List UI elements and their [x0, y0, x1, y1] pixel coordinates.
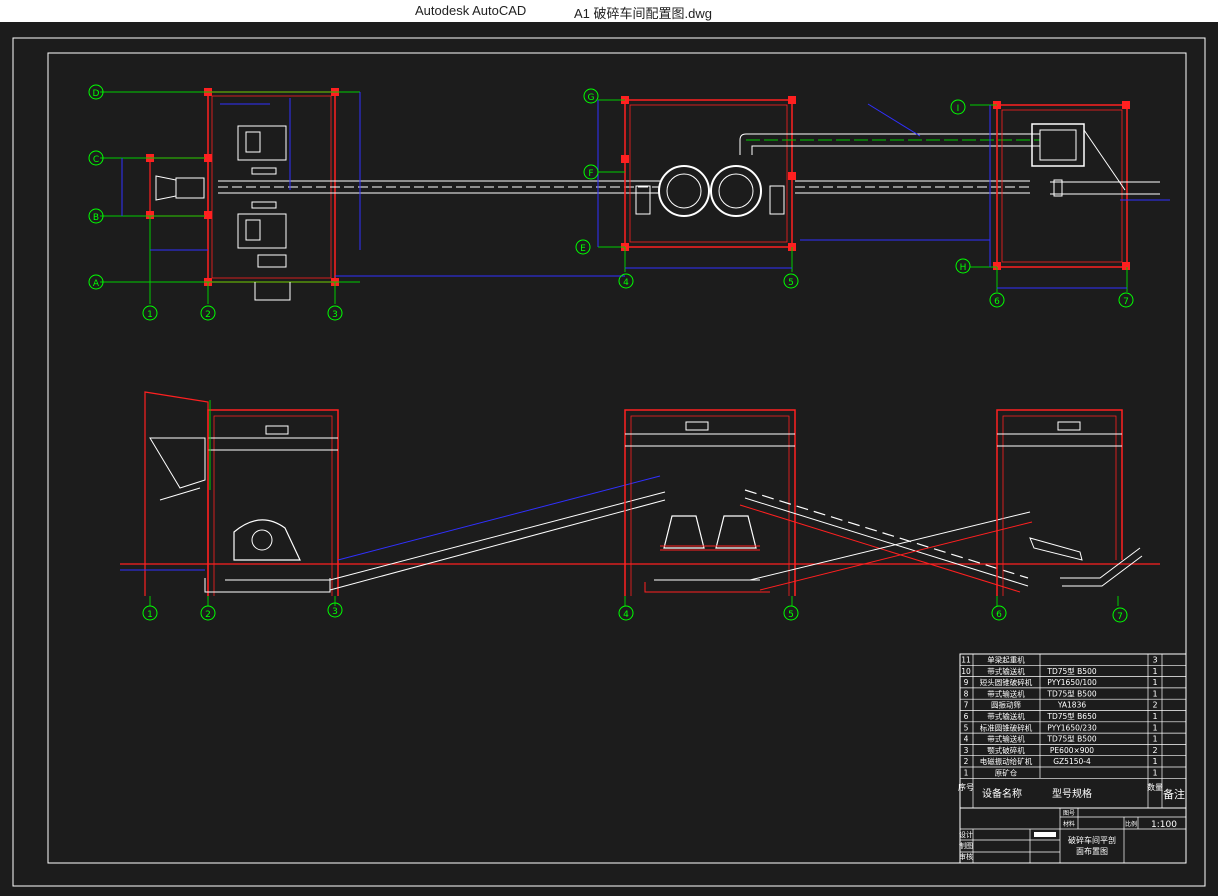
table-cell-model: TD75型 B500	[1046, 667, 1096, 676]
plan-col-3: 3	[332, 310, 338, 320]
header-no: 序号	[958, 782, 974, 792]
scale-value: 1:100	[1151, 820, 1177, 830]
table-cell-qty: 2	[1152, 746, 1157, 755]
grid-label-c: C	[93, 155, 99, 165]
table-cell-no: 2	[964, 757, 969, 766]
table-cell-model: TD75型 B500	[1046, 689, 1096, 698]
table-cell-qty: 1	[1152, 678, 1157, 687]
table-cell-no: 5	[964, 723, 969, 732]
table-cell-model: TD75型 B650	[1046, 712, 1096, 721]
table-cell-name: 短头圆锥破碎机	[980, 677, 1033, 687]
plan-col-2: 2	[205, 310, 211, 320]
table-cell-qty: 1	[1152, 689, 1157, 698]
table-cell-model: PYY1650/230	[1047, 723, 1097, 732]
row-label-draw: 制图	[959, 841, 973, 850]
grid-label-h: H	[960, 263, 967, 273]
plan-col-1: 1	[147, 310, 153, 320]
section-col-4: 4	[623, 610, 629, 620]
app-name: Autodesk AutoCAD	[415, 3, 527, 18]
table-cell-name: 电磁振动给矿机	[980, 756, 1033, 766]
header-qty: 数量	[1147, 782, 1163, 792]
grid-label-i: I	[957, 104, 960, 114]
table-cell-model: TD75型 B500	[1046, 735, 1096, 744]
row-label-review: 审核	[959, 852, 973, 861]
mini-label-drawing-no: 图号	[1063, 810, 1075, 817]
section-col-5: 5	[788, 610, 794, 620]
row-label-design: 设计	[959, 830, 973, 839]
section-col-2: 2	[205, 610, 211, 620]
table-cell-no: 7	[964, 701, 969, 710]
table-cell-name: 带式输送机	[987, 666, 1025, 676]
drawing-title-line1: 破碎车间平剖	[1068, 835, 1116, 845]
table-cell-name: 带式输送机	[987, 688, 1025, 698]
table-cell-no: 1	[964, 769, 969, 778]
table-cell-qty: 1	[1152, 735, 1157, 744]
table-cell-no: 9	[964, 678, 969, 687]
title-bar: Autodesk AutoCAD A1 破碎车间配置图.dwg	[0, 0, 1218, 22]
section-view	[120, 391, 1160, 606]
section-col-3: 3	[332, 607, 338, 617]
section-col-6: 6	[996, 610, 1002, 620]
table-cell-no: 10	[961, 667, 971, 676]
drawing-title-line2: 面布置图	[1076, 846, 1108, 856]
table-cell-qty: 2	[1152, 701, 1157, 710]
grid-label-d: D	[93, 89, 100, 99]
table-cell-qty: 1	[1152, 723, 1157, 732]
table-cell-name: 单梁起重机	[987, 655, 1025, 665]
header-name: 设备名称	[982, 787, 1022, 800]
table-cell-model: PYY1650/100	[1047, 678, 1097, 687]
table-cell-name: 圆振动筛	[991, 700, 1021, 710]
table-cell-qty: 3	[1152, 656, 1157, 665]
drawing-canvas[interactable]: D C B A G F E I H 1 2 3 4 5 6 7 1 2 3 4 …	[0, 22, 1218, 892]
table-cell-name: 标准圆锥破碎机	[980, 722, 1033, 732]
table-cell-model: GZ5150-4	[1053, 757, 1091, 766]
table-cell-name: 带式输送机	[987, 711, 1025, 721]
table-cell-name: 原矿仓	[995, 768, 1018, 778]
equipment-table: 11 单梁起重机 310 带式输送机 TD75型 B500 19 短头圆锥破碎机 PYY165…	[958, 653, 1187, 809]
table-cell-name: 带式输送机	[987, 734, 1025, 744]
plan-col-7: 7	[1123, 297, 1129, 307]
grid-label-g: G	[588, 93, 595, 103]
table-cell-no: 3	[964, 746, 969, 755]
grid-bubbles: D C B A G F E I H 1 2 3 4 5 6 7 1 2 3 4 …	[88, 84, 1134, 623]
table-cell-model: YA1836	[1057, 701, 1086, 710]
header-model: 型号规格	[1052, 787, 1092, 800]
plan-col-4: 4	[623, 278, 629, 288]
grid-label-a: A	[93, 279, 100, 289]
file-name: A1 破碎车间配置图.dwg	[574, 6, 712, 21]
table-cell-no: 4	[964, 735, 969, 744]
plan-col-6: 6	[994, 297, 1000, 307]
table-cell-no: 6	[964, 712, 969, 721]
section-col-7: 7	[1117, 612, 1123, 622]
table-cell-qty: 1	[1152, 757, 1157, 766]
table-cell-model: PE600×900	[1050, 746, 1094, 755]
grid-label-b: B	[93, 213, 99, 223]
table-cell-name: 颚式破碎机	[987, 745, 1025, 755]
plan-view	[100, 88, 1170, 304]
table-cell-no: 11	[961, 656, 971, 665]
plan-col-5: 5	[788, 278, 794, 288]
scale-label: 比例	[1125, 820, 1137, 828]
grid-label-e: E	[580, 244, 586, 254]
table-cell-qty: 1	[1152, 769, 1157, 778]
mini-label-material: 材料	[1063, 820, 1075, 828]
table-cell-no: 8	[964, 689, 969, 698]
grid-label-f: F	[588, 169, 593, 179]
table-cell-qty: 1	[1152, 667, 1157, 676]
header-note: 备注	[1163, 787, 1185, 801]
title-block: 设计 制图 审核 图号 材料 比例 1:100 破碎车间平剖 面布置图	[959, 807, 1187, 864]
table-cell-qty: 1	[1152, 712, 1157, 721]
section-col-1: 1	[147, 610, 153, 620]
cad-drawing[interactable]: D C B A G F E I H 1 2 3 4 5 6 7 1 2 3 4 …	[0, 22, 1218, 892]
